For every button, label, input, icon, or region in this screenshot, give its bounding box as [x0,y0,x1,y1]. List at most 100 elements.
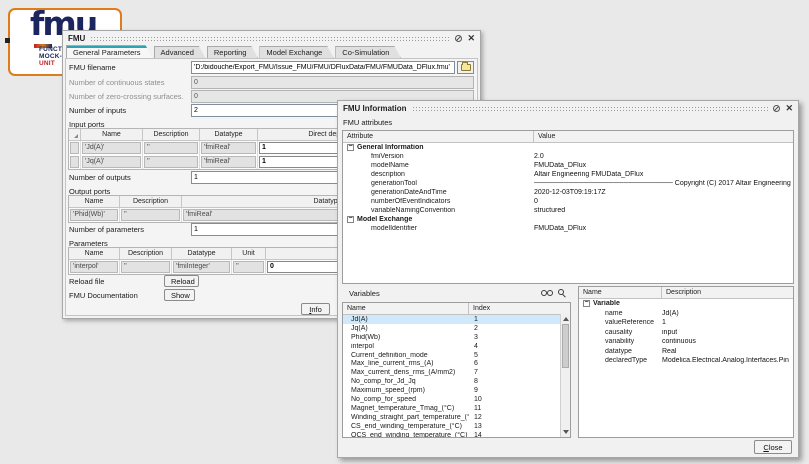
variable-row[interactable]: Maximum_speed_(rpm) 9 [343,386,561,395]
variable-row[interactable]: Winding_straight_part_temperature_(°C) 1… [343,413,561,422]
variable-row[interactable]: Jd(A) 1 [343,315,561,324]
attribute-row: −numberOfEventIndicators 0 [343,197,793,206]
variables-scrollbar[interactable] [560,314,570,437]
scrollbar-up-icon[interactable] [563,317,569,321]
variables-table-header: Name Index [343,303,570,315]
num-parameters-label: Number of parameters [69,225,144,234]
fmu-filename-input[interactable] [191,61,455,74]
scrollbar-thumb[interactable] [562,324,569,368]
sort-header-cell[interactable] [69,129,81,140]
detail-row: −causality input [579,328,793,338]
variable-row[interactable]: Max_current_dens_rms_(A/mm2) 7 [343,368,561,377]
col-description: Description [120,196,182,207]
col-description: Description [120,248,172,259]
col-datatype: Datatype [200,129,258,140]
application-canvas: fmu FUNCTIONAL MOCK-UP UNIT FMU ✕ Genera… [0,0,809,464]
col-name: Name [69,248,120,259]
variable-row[interactable]: CS_end_winding_temperature_(°C) 13 [343,422,561,431]
detail-panel-header: Name Description [579,287,793,299]
close-icon[interactable]: ✕ [467,34,475,42]
show-button[interactable]: Show [164,289,195,301]
folder-icon [461,64,471,71]
info-button[interactable]: Info [301,303,330,315]
param-description-cell: '' [121,261,170,273]
fmu-attributes-table: Attribute Value −General Information −fm… [342,130,794,284]
fmu-window-titlebar: FMU ✕ [63,31,480,45]
undock-icon[interactable] [455,35,462,42]
fmu-window-title: FMU [68,34,85,43]
port-name-cell: 'Jd(A)' [82,142,141,154]
tab-bar: General Parameters Advanced Reporting Mo… [66,45,402,59]
search-icon[interactable] [558,289,567,298]
port-description-cell: '' [121,209,180,221]
binoculars-icon[interactable] [541,289,554,297]
attribute-row: −modelName FMUData_DFlux [343,161,793,170]
port-description-cell: '' [144,156,198,168]
detail-row: −name Jd(A) [579,309,793,319]
sort-icon [74,134,78,138]
port-description-cell: '' [144,142,198,154]
num-inputs-label: Number of inputs [69,106,126,115]
continuous-states-label: Number of continuous states [69,78,164,87]
detail-row: −datatype Real [579,347,793,357]
attribute-row: −generationTool ────────────────────────… [343,179,793,188]
variable-row[interactable]: Magnet_temperature_Tmag_(°C) 11 [343,404,561,413]
variable-row[interactable]: Current_definition_mode 5 [343,351,561,360]
selection-handle[interactable] [5,38,10,43]
variable-row[interactable]: OCS_end_winding_temperature_(°C) 14 [343,431,561,438]
variable-row[interactable]: No_comp_for_Jd_Jq 8 [343,377,561,386]
col-datatype: Datatype [172,248,232,259]
variable-row[interactable]: interpol 4 [343,342,561,351]
dialog-title: FMU Information [343,104,407,113]
reload-file-label: Reload file [69,277,104,286]
row-handle [70,142,79,154]
variable-detail-panel: Name Description −Variable −name Jd(A) [578,286,794,438]
reload-button[interactable]: Reload [164,275,199,287]
row-handle [70,156,79,168]
attribute-row: −General Information [343,143,793,152]
port-datatype-cell: 'fmiReal' [201,156,256,168]
detail-row: −declaredType Modelica.Electrical.Analog… [579,356,793,366]
dialog-titlebar: FMU Information ✕ [338,101,798,115]
col-name: Name [343,303,469,314]
titlebar-dots [90,36,450,41]
param-name-cell: 'interpol' [70,261,118,273]
num-outputs-label: Number of outputs [69,173,131,182]
detail-row: −valueReference 1 [579,318,793,328]
titlebar-dots [412,106,769,111]
attribute-row: −fmiVersion 2.0 [343,152,793,161]
variables-label: Variables [349,289,380,298]
col-name: Name [579,287,662,298]
tree-collapse-icon[interactable]: − [347,216,354,223]
continuous-states-field [191,76,474,89]
browse-button[interactable] [457,61,474,74]
tab-general-parameters[interactable]: General Parameters [66,45,153,59]
col-name: Name [69,196,120,207]
undock-icon[interactable] [773,105,780,112]
port-name-cell: 'Jq(A)' [82,156,141,168]
close-button[interactable]: Close [754,440,792,454]
detail-row: −variability continuous [579,337,793,347]
col-value: Value [534,131,793,142]
variable-row[interactable]: Max_line_current_rms_(A) 6 [343,359,561,368]
col-index: Index [469,303,570,314]
variable-row[interactable]: Jq(A) 2 [343,324,561,333]
variable-row[interactable]: Phid(Wb) 3 [343,333,561,342]
param-datatype-cell: 'fmiInteger' [173,261,230,273]
attribute-row: −generationDateAndTime 2020-12-03T09:19:… [343,188,793,197]
detail-row: −Variable [579,299,793,309]
close-icon[interactable]: ✕ [785,104,793,112]
variable-row[interactable]: No_comp_for_speed 10 [343,395,561,404]
attribute-row: −variableNamingConvention structured [343,206,793,215]
zero-crossing-label: Number of zero-crossing surfaces. [69,92,184,101]
attribute-row: −Model Exchange [343,215,793,224]
fmu-attributes-label: FMU attributes [343,118,392,127]
scrollbar-down-icon[interactable] [563,430,569,434]
col-attribute: Attribute [343,131,534,142]
col-unit: Unit [232,248,266,259]
fmu-information-dialog: FMU Information ✕ FMU attributes Attribu… [337,100,799,458]
param-unit-cell: '' [233,261,264,273]
tree-collapse-icon[interactable]: − [347,144,354,151]
variables-table: Name Index Jd(A) 1 Jq(A) 2 Ph [342,302,571,438]
tree-collapse-icon[interactable]: − [583,300,590,307]
